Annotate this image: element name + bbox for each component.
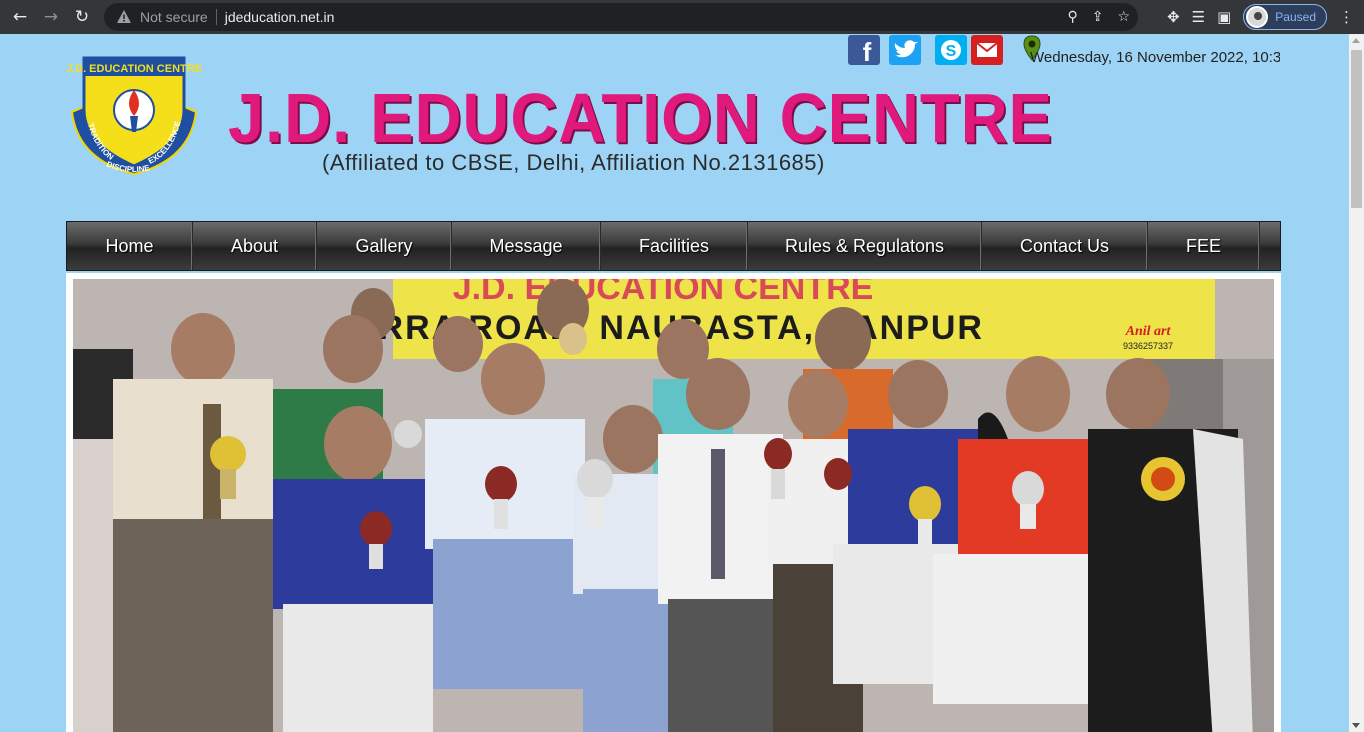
bookmark-star-icon[interactable]: ☆	[1117, 9, 1130, 25]
page-viewport: J.D. EDUCATION CENTRE TRADITION EXCELLEN…	[0, 34, 1349, 732]
skype-icon[interactable]: S	[935, 35, 967, 65]
profile-status: Paused	[1275, 10, 1316, 24]
back-icon[interactable]: ←	[9, 6, 31, 28]
scroll-thumb[interactable]	[1351, 50, 1362, 208]
banner-brand: Anil art	[1125, 324, 1172, 339]
slider-photo[interactable]: J.D. EDUCATION CENTRE ARRA ROAD, NAUBAST…	[73, 279, 1274, 732]
svg-text:S: S	[946, 43, 957, 60]
image-slider: J.D. EDUCATION CENTRE ARRA ROAD, NAUBAST…	[66, 273, 1281, 732]
menu-item-message[interactable]: Message	[452, 222, 601, 270]
profile-button[interactable]: Paused	[1243, 4, 1327, 30]
scroll-up-icon[interactable]	[1352, 38, 1360, 43]
menu-item-rules[interactable]: Rules & Regulatons	[748, 222, 982, 270]
banner-phone: 9336257337	[1123, 341, 1173, 351]
zoom-icon[interactable]: ⚲	[1067, 9, 1077, 25]
banner-line1: J.D. EDUCATION CENTRE	[453, 279, 874, 307]
menu-item-facilities[interactable]: Facilities	[601, 222, 748, 270]
side-panel-icon[interactable]: ▣	[1217, 8, 1231, 26]
share-icon[interactable]: ⇪	[1092, 9, 1104, 25]
main-menu: Home About Gallery Message Facilities Ru…	[66, 221, 1281, 271]
scroll-down-icon[interactable]	[1352, 723, 1360, 728]
forward-icon[interactable]: →	[40, 6, 62, 28]
security-label[interactable]: Not secure	[140, 9, 208, 25]
media-queue-icon[interactable]: ☰	[1192, 8, 1205, 26]
menu-item-about[interactable]: About	[193, 222, 317, 270]
school-title: J.D. EDUCATION CENTRE	[228, 79, 1053, 157]
award-ceremony-photo: J.D. EDUCATION CENTRE ARRA ROAD, NAUBAST…	[73, 279, 1274, 732]
menu-item-contact[interactable]: Contact Us	[982, 222, 1148, 270]
menu-item-gallery[interactable]: Gallery	[317, 222, 452, 270]
avatar	[1246, 6, 1269, 28]
url-text[interactable]: jdeducation.net.in	[225, 9, 335, 25]
address-bar[interactable]: Not secure jdeducation.net.in ⚲ ⇪ ☆	[104, 3, 1138, 31]
facebook-icon[interactable]: f	[848, 35, 880, 65]
logo-top-text: J.D. EDUCATION CENTRE	[66, 63, 202, 75]
twitter-icon[interactable]	[889, 35, 921, 65]
browser-toolbar: ← → ↻ Not secure jdeducation.net.in ⚲ ⇪ …	[0, 0, 1364, 34]
url-separator	[215, 9, 217, 25]
menu-item-home[interactable]: Home	[67, 222, 193, 270]
reload-icon[interactable]: ↻	[71, 6, 93, 28]
menu-item-fee[interactable]: FEE	[1148, 222, 1260, 270]
browser-actions: ✥ ☰ ▣ Paused ⋮	[1167, 0, 1354, 34]
school-logo[interactable]: J.D. EDUCATION CENTRE TRADITION EXCELLEN…	[66, 50, 202, 176]
current-date: Wednesday, 16 November 2022, 10:3	[1030, 49, 1280, 66]
email-icon[interactable]	[971, 35, 1003, 65]
extensions-icon[interactable]: ✥	[1167, 8, 1180, 26]
svg-text:f: f	[863, 37, 872, 65]
affiliation-text: (Affiliated to CBSE, Delhi, Affiliation …	[322, 150, 825, 175]
omnibox-actions: ⚲ ⇪ ☆	[1067, 3, 1130, 31]
more-menu-icon[interactable]: ⋮	[1339, 8, 1354, 26]
page-scrollbar[interactable]	[1349, 34, 1364, 732]
warning-icon[interactable]	[116, 9, 132, 25]
